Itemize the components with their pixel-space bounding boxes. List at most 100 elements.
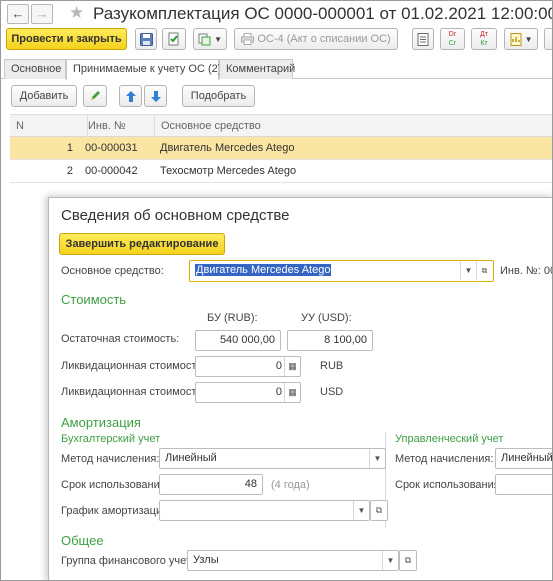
open-icon[interactable]: ⧉ [399,550,417,571]
arrow-up-icon [125,90,136,102]
create-based-icon [198,33,211,46]
row-number: 2 [66,165,73,177]
table-header: N Инв. № Основное средство [10,114,552,137]
list-document-icon [417,32,429,46]
chevron-down-icon: ▼ [214,35,222,44]
inv-number-label: Инв. №: 00- [500,265,552,277]
schedule-select[interactable]: ▼ [159,500,370,521]
document-list-button[interactable] [412,28,434,50]
liquidation-cost-label-rub: Ликвидационная стоимость: [61,360,206,372]
arrow-down-icon [150,90,161,102]
asset-details-dialog: Сведения об основном средстве Завершить … [48,197,552,580]
dr-cr-button[interactable]: Dr Cr [440,28,465,50]
chevron-down-icon[interactable]: ▼ [460,261,476,280]
table-row[interactable]: 2 00-000042 Техосмотр Mercedes Atego [10,160,552,183]
save-button[interactable] [135,28,157,50]
create-based-on-button[interactable]: ▼ [193,28,227,50]
schedule-label: График амортизации: [61,505,172,517]
pencil-icon [91,91,100,101]
mgmt-method-select[interactable]: Линейный [495,448,552,469]
arrow-right-icon: → [35,6,49,21]
edit-row-button[interactable] [83,85,107,107]
window-title: Разукомплектация ОС 0000-000001 от 01.02… [93,4,553,23]
general-section-title: Общее [61,533,104,548]
row-inv: 00-000031 [85,142,138,154]
print-os4-label: ОС-4 (Акт о списании ОС) [257,33,391,45]
arrow-left-icon: ← [11,6,25,21]
method-select[interactable]: Линейный ▼ [159,448,386,469]
more-actions-button[interactable]: ▼ [504,28,538,50]
liquidation-rub-field[interactable]: 0 ▦ [195,356,301,377]
post-document-icon [168,32,179,46]
term-field[interactable]: 48 [159,474,263,495]
residual-bu-field[interactable]: 540 000,00 [195,330,281,351]
liquidation-cost-label-usd: Ликвидационная стоимость: [61,386,206,398]
open-icon[interactable]: ⧉ [370,500,388,521]
row-asset: Техосмотр Mercedes Atego [160,165,297,177]
chevron-down-icon[interactable]: ▼ [369,449,385,468]
calculator-icon[interactable]: ▦ [284,383,300,402]
add-row-button[interactable]: Добавить [11,85,77,107]
header-asset: Основное средство [154,115,454,137]
title-bar: ← → ★ Разукомплектация ОС 0000-000001 от… [1,1,553,27]
form-toolbar: Провести и закрыть ▼ ОС-4 (Акт о списани… [1,27,552,57]
currency-usd: USD [320,386,344,398]
liquidation-rub-value: 0 [275,360,282,372]
forward-button[interactable]: → [31,4,53,24]
asset-label: Основное средство: [61,265,164,277]
save-icon [139,32,153,46]
dt-kt-icon: Дт Кт [480,31,488,47]
printer-icon [241,33,255,46]
post-button[interactable] [162,28,186,50]
fin-group-label: Группа финансового учета: [61,555,200,567]
currency-rub: RUB [320,360,344,372]
chevron-down-icon[interactable]: ▼ [353,501,369,520]
row-number: 1 [66,142,73,154]
asset-field[interactable]: Двигатель Mercedes Atego ▼ ⧉ [189,260,494,282]
liquidation-usd-field[interactable]: 0 ▦ [195,382,301,403]
row-inv: 00-000042 [85,165,138,177]
cost-section-title: Стоимость [61,292,127,307]
mgmt-term-label: Срок использования: [395,479,503,491]
print-os4-button[interactable]: ОС-4 (Акт о списании ОС) [234,28,398,50]
tab-accepted-assets[interactable]: Принимаемые к учету ОС (2) [66,59,221,80]
residual-cost-label: Остаточная стоимость: [61,333,180,345]
form-tabs: Основное Принимаемые к учету ОС (2) Комм… [1,59,552,80]
finish-editing-button[interactable]: Завершить редактирование [59,233,225,255]
method-value: Линейный [165,452,217,464]
uu-header: УУ (USD): [301,312,352,324]
chevron-down-icon: ▼ [524,35,533,44]
row-asset: Двигатель Mercedes Atego [160,142,295,154]
amortization-section-title: Амортизация [61,415,141,430]
fin-group-select[interactable]: Узлы ▼ [187,550,399,571]
favorite-star-icon[interactable]: ★ [69,3,84,23]
bu-header: БУ (RUB): [207,312,258,324]
accounting-subheader: Бухгалтерский учет [61,433,161,445]
residual-uu-field[interactable]: 8 100,00 [287,330,373,351]
pick-button[interactable]: Подобрать [182,85,255,107]
term-label: Срок использования: [61,479,169,491]
open-icon[interactable]: ⧉ [476,261,492,280]
mgmt-term-field[interactable] [495,474,552,495]
move-up-button[interactable] [119,85,142,107]
chevron-down-icon[interactable]: ▼ [382,551,398,570]
tab-comment[interactable]: Комментарий [219,59,295,79]
header-inv: Инв. № [87,115,157,137]
app-window: ← → ★ Разукомплектация ОС 0000-000001 от… [0,0,553,581]
dt-kt-button[interactable]: Дт Кт [471,28,497,50]
calculator-icon[interactable]: ▦ [284,357,300,376]
back-button[interactable]: ← [7,4,29,24]
post-and-close-button[interactable]: Провести и закрыть [6,28,127,50]
method-label: Метод начисления: [61,453,160,465]
tab-main[interactable]: Основное [4,59,66,79]
report-icon [510,32,521,46]
move-down-button[interactable] [144,85,167,107]
help-button[interactable] [544,28,552,50]
dialog-title: Сведения об основном средстве [61,207,290,224]
dr-cr-icon: Dr Cr [448,31,457,47]
header-n: N [16,120,24,132]
liquidation-usd-value: 0 [275,386,282,398]
asset-value: Двигатель Mercedes Atego [195,264,332,276]
assets-table: N Инв. № Основное средство 1 00-000031 Д… [10,114,552,183]
table-row[interactable]: 1 00-000031 Двигатель Mercedes Atego [10,137,552,160]
